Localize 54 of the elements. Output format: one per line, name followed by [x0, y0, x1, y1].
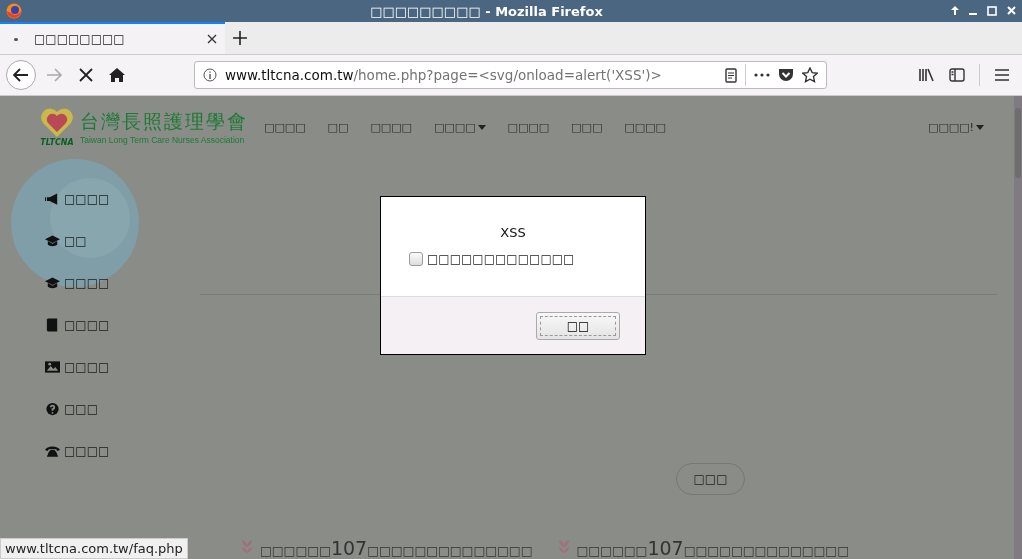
graduation-cap-icon — [45, 234, 60, 248]
nav-link[interactable]: □□□ — [571, 120, 603, 134]
up-arrow-icon[interactable] — [951, 6, 959, 15]
sidebar-item[interactable]: □□□□ — [40, 346, 200, 388]
logo-abbreviation: TLTCNA — [40, 137, 74, 147]
site-subtitle: Taiwan Long Term Care Nurses Association — [80, 135, 246, 145]
close-icon[interactable] — [207, 34, 217, 44]
news-headline[interactable]: □□□□□□107□□□□□□□□□□□□□□ — [576, 537, 849, 559]
sidebar-item[interactable]: □□□□ — [40, 304, 200, 346]
image-icon — [45, 360, 60, 374]
graduation-cap-icon — [45, 276, 60, 290]
info-icon[interactable] — [203, 68, 217, 82]
ok-button[interactable]: □□ — [536, 311, 620, 340]
firefox-logo-icon — [6, 3, 22, 19]
pocket-icon[interactable] — [778, 67, 794, 83]
home-icon[interactable] — [108, 67, 126, 83]
question-icon — [45, 402, 60, 416]
dialog-message: XSS — [500, 225, 526, 240]
nav-link[interactable]: □□ — [327, 120, 349, 134]
menu-icon[interactable] — [995, 69, 1009, 81]
user-menu[interactable]: □□□□! — [928, 120, 984, 134]
reader-view-icon[interactable] — [725, 67, 737, 83]
megaphone-icon — [45, 192, 60, 206]
site-title: 台灣長照護理學會 — [80, 109, 248, 134]
star-icon[interactable] — [802, 67, 818, 83]
status-bar: www.tltcna.com.tw/faq.php — [0, 538, 188, 559]
sidebar-item[interactable]: □□□ — [40, 388, 200, 430]
sidebar-item[interactable]: □□□□ — [40, 430, 200, 472]
back-button[interactable] — [6, 60, 36, 90]
more-icon[interactable] — [754, 73, 770, 77]
loading-icon — [14, 37, 18, 41]
address-bar[interactable]: www.tltcna.com.tw/home.php?page=<svg/onload=alert('XSS')> — [194, 61, 827, 89]
browser-tab[interactable]: □□□□□□□□ — [0, 22, 225, 54]
library-icon[interactable] — [919, 68, 935, 82]
new-tab-icon[interactable] — [233, 31, 247, 45]
checkbox-label: □□□□□□□□□□□□□ — [427, 252, 575, 266]
sidebar-item[interactable]: □□□□ — [40, 178, 200, 220]
news-headline[interactable]: □□□□□□107□□□□□□□□□□□□□□ — [260, 537, 533, 559]
scrollbar[interactable] — [1014, 96, 1022, 559]
back-arrow-icon — [13, 68, 29, 82]
nav-link[interactable]: □□□□ — [507, 120, 550, 134]
heart-hands-icon — [40, 107, 74, 138]
sidebar-icon[interactable] — [949, 68, 965, 82]
sidebar-item[interactable]: □□ — [40, 220, 200, 262]
maximize-icon[interactable] — [987, 6, 997, 16]
nav-link[interactable]: □□□□ — [624, 120, 666, 134]
nav-link[interactable]: □□□□ — [370, 120, 412, 134]
window-title: □□□□□□□□□ - Mozilla Firefox — [369, 3, 604, 19]
nav-link[interactable]: □□□□ — [433, 120, 486, 134]
book-icon — [45, 318, 60, 332]
sidebar-item[interactable]: □□□□ — [40, 262, 200, 304]
nav-link[interactable]: □□□□ — [264, 120, 306, 134]
checkbox[interactable] — [409, 252, 423, 266]
phone-icon — [45, 444, 60, 458]
